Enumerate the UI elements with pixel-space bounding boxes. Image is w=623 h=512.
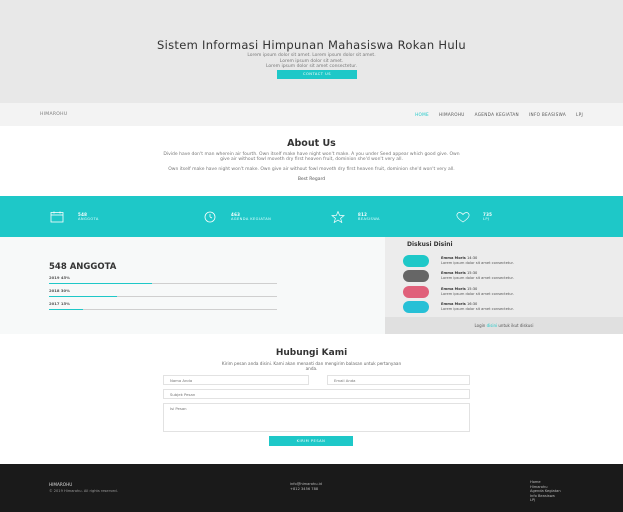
contact-us-button[interactable]: CONTACT US xyxy=(277,70,357,79)
footer: HIMAROHU © 2019 Himarohu. All rights res… xyxy=(0,464,623,512)
nav-item-agenda-kegiatan[interactable]: AGENDA KEGIATAN xyxy=(475,112,519,117)
progress-label: 2018 30% xyxy=(49,288,70,293)
email-input[interactable] xyxy=(327,375,470,385)
post-time: 16:30 xyxy=(466,302,478,306)
footer-email[interactable]: info@himarohu.id xyxy=(290,482,322,487)
about-section: About Us Divide have don't man wherein a… xyxy=(0,126,623,196)
stat-label: LPJ xyxy=(483,217,490,221)
contact-title: Hubungi Kami xyxy=(275,348,348,358)
avatar xyxy=(403,286,429,298)
progress-2017: 2017 15% xyxy=(49,301,277,313)
about-signature: Best Regard xyxy=(297,177,326,182)
stat-label: AGENDA KEGIATAN xyxy=(231,217,272,221)
discussion-item[interactable]: Emma Moris 15:30 Lorem ipsum dolor sit a… xyxy=(403,286,613,300)
contact-section: Hubungi Kami Kirim pesan anda disini. Ka… xyxy=(0,334,623,464)
progress-fill xyxy=(49,283,152,284)
clock-icon xyxy=(204,211,216,223)
discussion-text: Lorem ipsum dolor sit amet consectetur. xyxy=(441,261,514,265)
discussion-title: Diskusi Disini xyxy=(407,241,453,248)
message-textarea[interactable] xyxy=(163,403,470,432)
avatar xyxy=(403,301,429,313)
nav-brand[interactable]: HIMAROHU xyxy=(40,112,67,117)
members-title: 548 ANGGOTA xyxy=(49,262,117,272)
send-message-button[interactable]: KIRIM PESAN xyxy=(269,436,353,446)
login-link[interactable]: disini xyxy=(487,323,498,328)
progress-track xyxy=(49,309,277,310)
author-name: Emma Moris xyxy=(441,287,466,291)
about-paragraph: Divide have don't man wherein air fourth… xyxy=(163,152,460,162)
members-discussion-row: 548 ANGGOTA 2019 45% 2018 30% 2017 15% D… xyxy=(0,237,623,334)
avatar xyxy=(403,255,429,267)
footer-links: Home Himarohu Agenda Kegiatan Info Beasi… xyxy=(530,480,561,503)
about-paragraph: Own itself make have night won't make. O… xyxy=(168,167,455,172)
post-time: 15:30 xyxy=(466,271,478,275)
author-name: Emma Moris xyxy=(441,271,466,275)
author-name: Emma Moris xyxy=(441,256,466,260)
progress-2019: 2019 45% xyxy=(49,275,277,287)
nav-item-lpj[interactable]: LPJ xyxy=(576,112,583,117)
stats-bar: 548 ANGGOTA 463 AGENDA KEGIATAN 812 BEAS… xyxy=(0,196,623,237)
progress-fill xyxy=(49,309,84,310)
stat-agenda: 463 AGENDA KEGIATAN xyxy=(203,208,271,226)
hero-subtitle-line: Lorem ipsum dolor sit amet consectetur. xyxy=(265,64,358,69)
discussion-item[interactable]: Emma Moris 14:30 Lorem ipsum dolor sit a… xyxy=(403,255,613,269)
star-icon xyxy=(331,211,345,223)
author-name: Emma Moris xyxy=(441,302,466,306)
stat-label: ANGGOTA xyxy=(78,217,99,221)
progress-label: 2017 15% xyxy=(49,301,70,306)
discussion-author: Emma Moris 16:30 xyxy=(441,302,477,306)
nav-item-home[interactable]: HOME xyxy=(415,112,429,117)
heart-icon xyxy=(456,212,470,223)
progress-fill xyxy=(49,296,118,297)
discussion-author: Emma Moris 15:30 xyxy=(441,287,477,291)
contact-description: Kirim pesan anda disini. Kami akan menan… xyxy=(221,361,402,371)
nav-item-info-beasiswa[interactable]: INFO BEASISWA xyxy=(529,112,566,117)
discussion-item[interactable]: Emma Moris 16:30 Lorem ipsum dolor sit a… xyxy=(403,301,613,315)
navbar: HIMAROHU HOME HIMAROHU AGENDA KEGIATAN I… xyxy=(0,103,623,126)
post-time: 14:30 xyxy=(466,256,478,260)
hero-subtitle: Lorem ipsum dolor sit amet. Lorem ipsum … xyxy=(0,53,623,70)
footer-link-lpj[interactable]: LPJ xyxy=(530,498,561,503)
stat-lpj: 735 LPJ xyxy=(455,208,492,226)
nav-menu: HOME HIMAROHU AGENDA KEGIATAN INFO BEASI… xyxy=(415,112,583,117)
hero-section: Sistem Informasi Himpunan Mahasiswa Roka… xyxy=(0,0,623,103)
discussion-panel: Diskusi Disini Emma Moris 14:30 Lorem ip… xyxy=(385,237,623,334)
login-prefix: Login xyxy=(474,323,486,328)
discussion-text: Lorem ipsum dolor sit amet consectetur. xyxy=(441,292,514,296)
discussion-item[interactable]: Emma Moris 15:30 Lorem ipsum dolor sit a… xyxy=(403,270,613,284)
post-time: 15:30 xyxy=(466,287,478,291)
avatar xyxy=(403,270,429,282)
login-prompt: Login disini untuk ikut diskusi xyxy=(385,317,623,334)
members-panel: 548 ANGGOTA 2019 45% 2018 30% 2017 15% xyxy=(0,237,385,334)
login-suffix: untuk ikut diskusi xyxy=(498,323,534,328)
footer-copyright: © 2019 Himarohu. All rights reserved. xyxy=(49,489,118,493)
discussion-text: Lorem ipsum dolor sit amet consectetur. xyxy=(441,276,514,280)
footer-phone: +812 3456 788 xyxy=(290,486,319,491)
name-input[interactable] xyxy=(163,375,309,385)
nav-item-himarohu[interactable]: HIMAROHU xyxy=(439,112,465,117)
about-title: About Us xyxy=(287,138,336,149)
progress-label: 2019 45% xyxy=(49,275,70,280)
subject-input[interactable] xyxy=(163,389,470,399)
footer-brand: HIMAROHU xyxy=(49,482,73,487)
page-title: Sistem Informasi Himpunan Mahasiswa Roka… xyxy=(157,38,466,52)
discussion-author: Emma Moris 14:30 xyxy=(441,256,477,260)
stat-beasiswa: 812 BEASISWA xyxy=(330,208,380,226)
stat-anggota: 548 ANGGOTA xyxy=(50,208,99,226)
stat-label: BEASISWA xyxy=(358,217,380,221)
discussion-author: Emma Moris 15:30 xyxy=(441,271,477,275)
discussion-text: Lorem ipsum dolor sit amet consectetur. xyxy=(441,307,514,311)
progress-2018: 2018 30% xyxy=(49,288,277,300)
footer-contact: info@himarohu.id +812 3456 788 xyxy=(290,482,322,491)
calendar-icon xyxy=(50,211,64,223)
